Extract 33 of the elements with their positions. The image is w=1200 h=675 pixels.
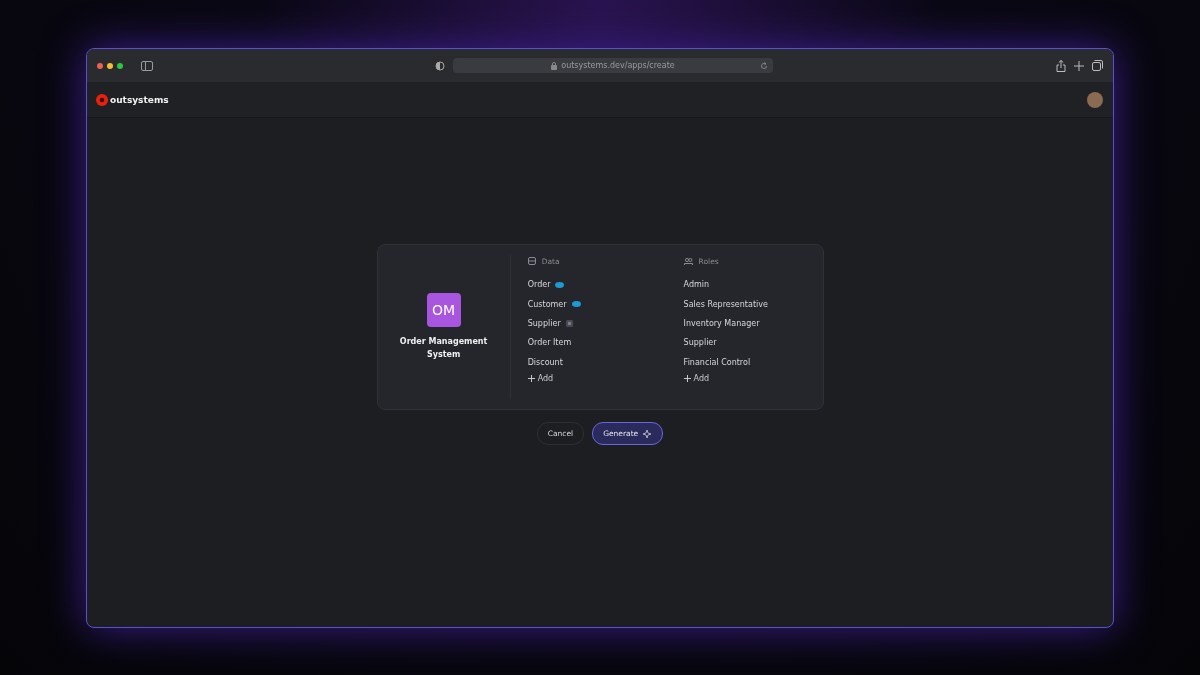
plus-icon (683, 374, 691, 382)
lock-icon (551, 61, 558, 70)
entity-name[interactable]: Supplier (527, 318, 561, 328)
maximize-icon[interactable] (117, 62, 123, 69)
logo-icon[interactable] (96, 93, 108, 106)
role-name[interactable]: Inventory Manager (683, 318, 760, 328)
add-entity-button[interactable]: Add (527, 373, 554, 383)
role-name[interactable]: Sales Representative (683, 299, 768, 309)
logo-text[interactable]: outsystems (110, 94, 169, 105)
users-icon (683, 257, 693, 265)
sidebar-icon[interactable] (141, 60, 153, 71)
entity-name[interactable]: Customer (527, 299, 567, 309)
plus-icon (527, 374, 535, 382)
add-role-button[interactable]: Add (683, 373, 710, 383)
entity-name[interactable]: Order (527, 280, 551, 290)
share-icon[interactable] (1056, 59, 1066, 72)
entity-name[interactable]: Discount (527, 357, 563, 367)
avatar[interactable] (1087, 91, 1103, 108)
sparkle-icon (643, 429, 653, 438)
app-name: Order Management System (398, 336, 489, 361)
entity-name[interactable]: Order Item (527, 338, 572, 348)
close-icon[interactable] (97, 62, 103, 69)
tabs-icon[interactable] (1092, 60, 1103, 71)
minimize-icon[interactable] (107, 62, 113, 69)
role-name[interactable]: Financial Control (683, 357, 751, 367)
plus-icon[interactable] (1074, 60, 1084, 71)
role-name[interactable]: Supplier (683, 338, 717, 348)
role-name[interactable]: Admin (683, 280, 710, 290)
app-icon: OM (426, 293, 461, 327)
cloud-icon (571, 301, 581, 308)
address-bar[interactable]: outsystems.dev/apps/create (453, 58, 773, 73)
cloud-icon (555, 281, 565, 288)
reload-icon[interactable] (760, 61, 768, 70)
